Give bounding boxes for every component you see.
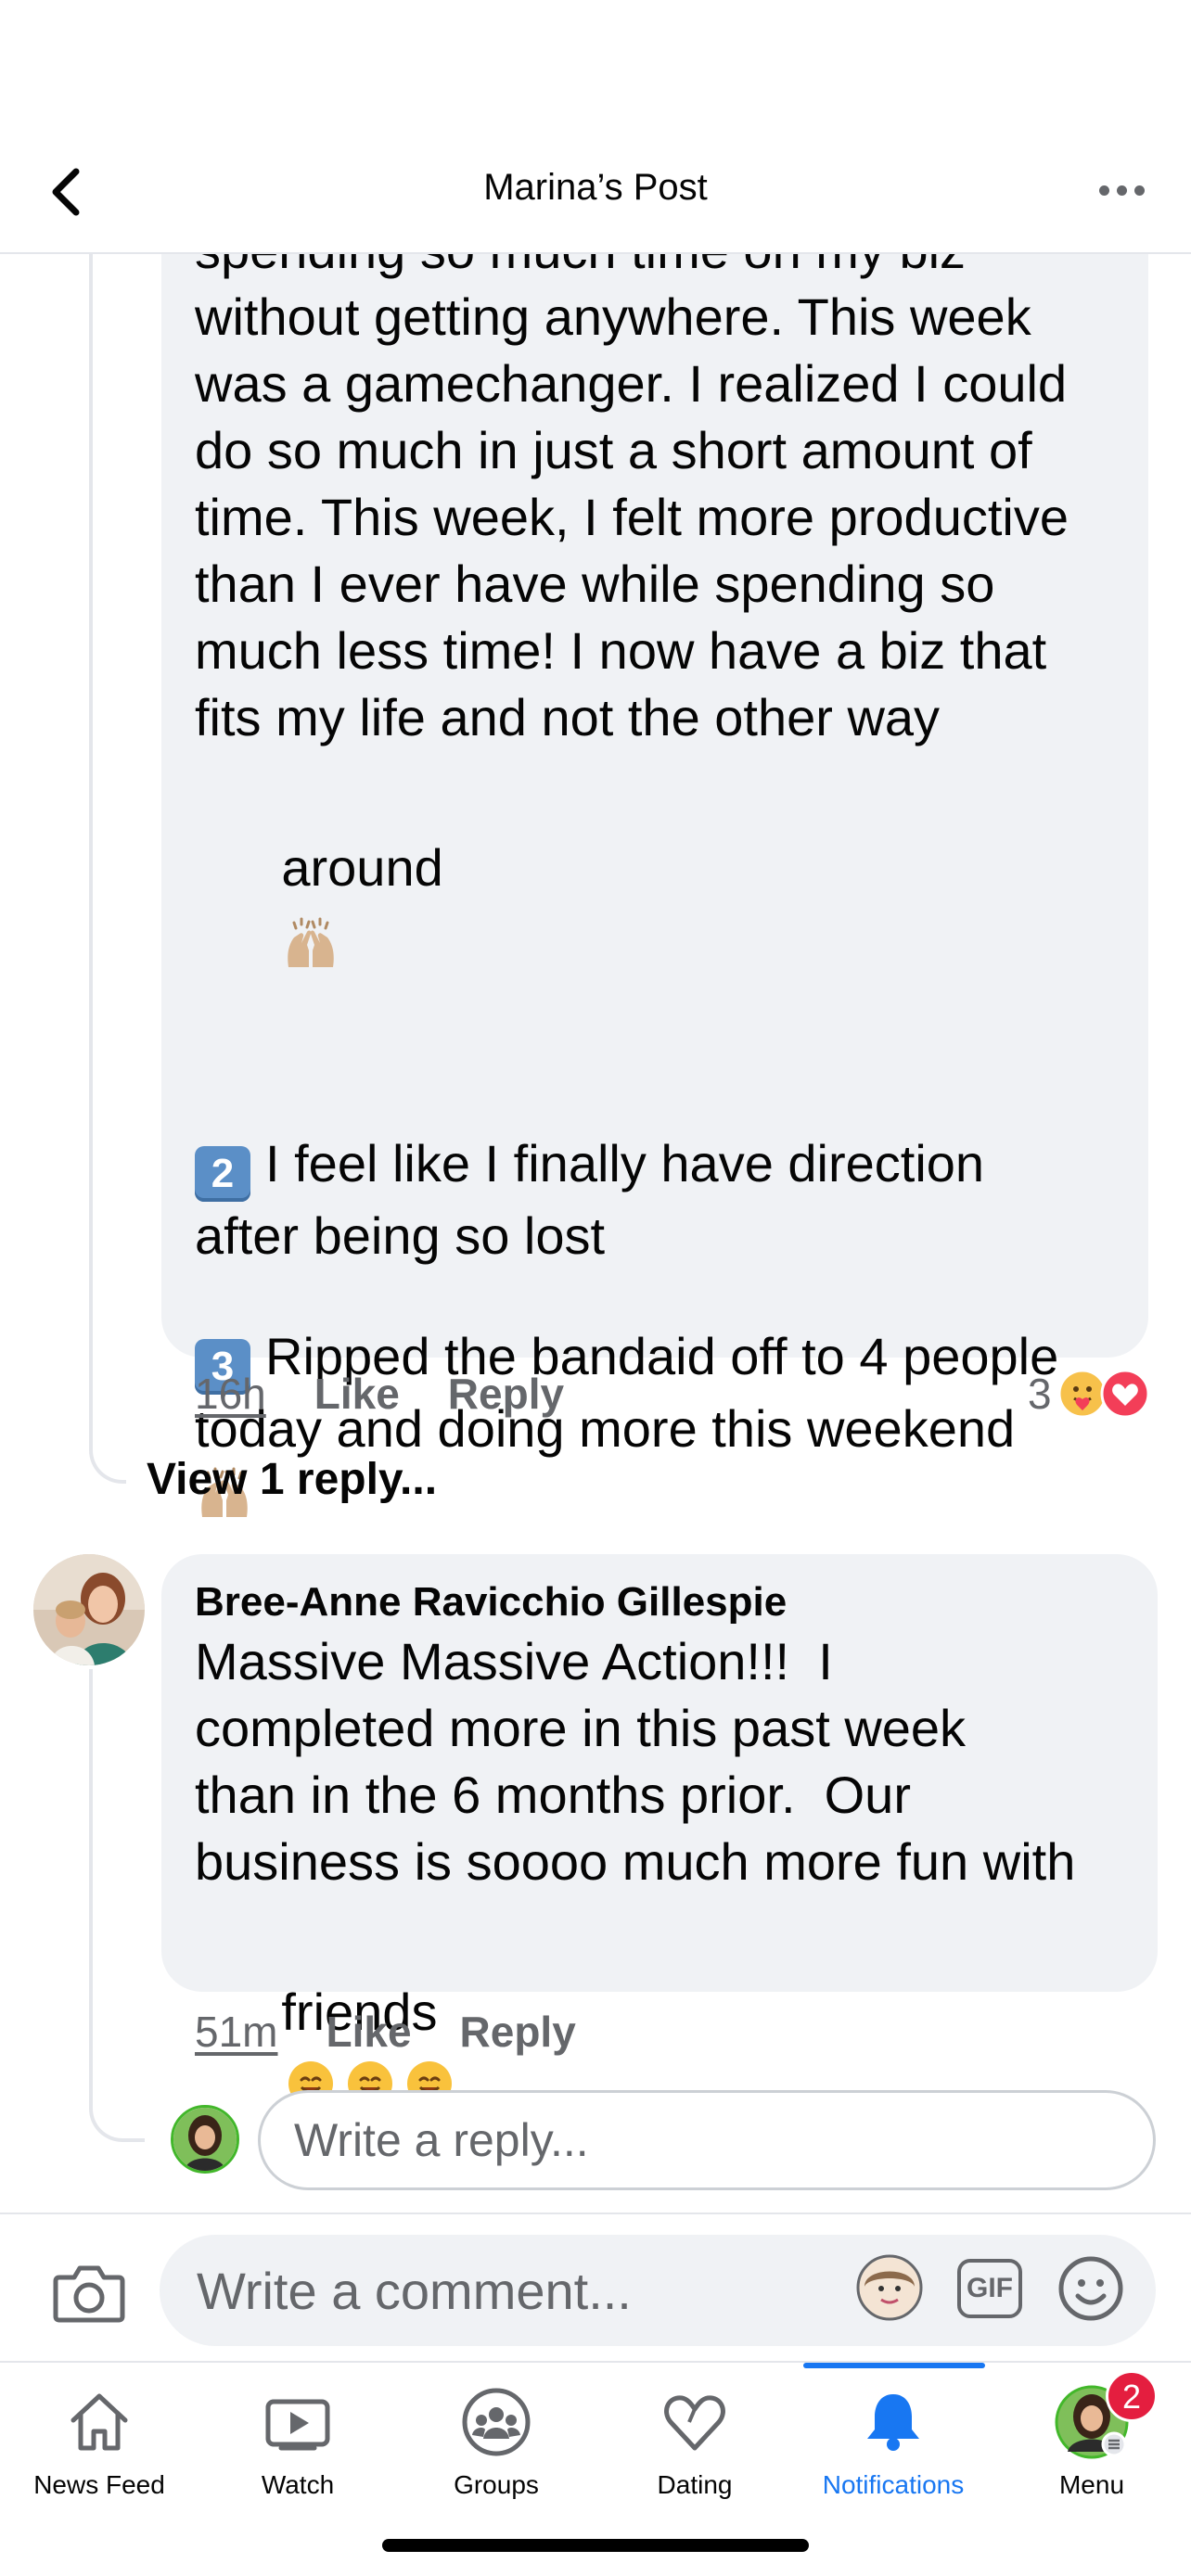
gif-button[interactable]: GIF bbox=[957, 2259, 1022, 2318]
comment-timestamp[interactable]: 51m bbox=[195, 2007, 277, 2057]
comment-composer: Write a comment... GIF bbox=[0, 2213, 1191, 2361]
avatar-sticker-icon[interactable] bbox=[855, 2253, 924, 2322]
comment-item-2: 2I feel like I finally have direction af… bbox=[195, 1134, 985, 1265]
home-icon bbox=[70, 2393, 128, 2451]
tab-news-feed[interactable]: News Feed bbox=[0, 2363, 198, 2511]
groups-icon bbox=[462, 2388, 531, 2456]
tab-groups[interactable]: Groups bbox=[397, 2363, 596, 2511]
comment-actions: 51m Like Reply bbox=[195, 2007, 624, 2057]
my-avatar bbox=[171, 2105, 239, 2174]
reply-button[interactable]: Reply bbox=[448, 1369, 564, 1419]
keycap-2-emoji-icon: 2 bbox=[195, 1146, 250, 1202]
comment-actions: 16h Like Reply bbox=[195, 1369, 612, 1419]
comment-timestamp[interactable]: 16h bbox=[195, 1369, 266, 1419]
raising-hands-emoji-icon bbox=[288, 917, 335, 967]
comment-input-placeholder: Write a comment... bbox=[197, 2261, 632, 2320]
tab-watch[interactable]: Watch bbox=[198, 2363, 397, 2511]
thread-connector bbox=[89, 1391, 126, 1484]
dating-heart-icon bbox=[664, 2395, 725, 2451]
comment-text: Massive Massive Action!!! I completed mo… bbox=[195, 1632, 1076, 1891]
love-reaction-icon bbox=[1100, 1369, 1150, 1419]
post-header: Marina’s Post bbox=[0, 0, 1191, 254]
tab-menu[interactable]: Menu bbox=[992, 2363, 1191, 2511]
emoji-icon[interactable] bbox=[1057, 2255, 1124, 2322]
like-button[interactable]: Like bbox=[314, 1369, 400, 1419]
tab-label: Dating bbox=[657, 2470, 733, 2499]
reaction-count: 3 bbox=[1028, 1370, 1052, 1418]
thread-line bbox=[89, 1669, 93, 2096]
comment-bubble: spending so much time on my biz without … bbox=[161, 185, 1148, 1517]
comment-author-name[interactable]: Bree-Anne Ravicchio Gillespie bbox=[195, 1576, 1124, 1628]
page-title: Marina’s Post bbox=[483, 167, 708, 208]
commenter-avatar[interactable] bbox=[33, 1554, 145, 1665]
gif-label: GIF bbox=[967, 2273, 1013, 2303]
more-options-button[interactable] bbox=[1089, 167, 1154, 213]
post-page: spending so much time on my biz without … bbox=[0, 0, 1191, 2576]
menu-notification-badge: 2 bbox=[1106, 2370, 1158, 2422]
tab-label: Notifications bbox=[822, 2470, 965, 2499]
reply-input[interactable]: Write a reply... bbox=[258, 2090, 1156, 2190]
reply-button[interactable]: Reply bbox=[460, 2007, 576, 2057]
tab-label: Menu bbox=[1058, 2470, 1125, 2499]
tab-notifications[interactable]: Notifications bbox=[794, 2363, 992, 2511]
thread-connector bbox=[89, 2077, 145, 2142]
comment-text: without getting anywhere. This week was … bbox=[195, 287, 1069, 746]
like-button[interactable]: Like bbox=[326, 2007, 411, 2057]
view-replies-link[interactable]: View 1 reply... bbox=[147, 1454, 437, 1505]
tab-dating[interactable]: Dating bbox=[596, 2363, 794, 2511]
thread-line bbox=[89, 254, 93, 1432]
tab-label: News Feed bbox=[33, 2470, 165, 2499]
comment-text-around: around bbox=[281, 838, 443, 897]
reaction-summary[interactable]: 3 bbox=[1028, 1369, 1150, 1419]
camera-icon[interactable] bbox=[52, 2261, 126, 2326]
watch-icon bbox=[265, 2399, 330, 2451]
tab-label: Groups bbox=[454, 2470, 539, 2499]
more-dots-icon bbox=[1098, 185, 1109, 196]
comment-text-line: around bbox=[195, 751, 1115, 1063]
home-indicator bbox=[382, 2539, 809, 2552]
comment-bubble: Bree-Anne Ravicchio Gillespie Massive Ma… bbox=[161, 1554, 1158, 2111]
bell-icon bbox=[867, 2394, 919, 2451]
tab-label: Watch bbox=[261, 2470, 335, 2499]
